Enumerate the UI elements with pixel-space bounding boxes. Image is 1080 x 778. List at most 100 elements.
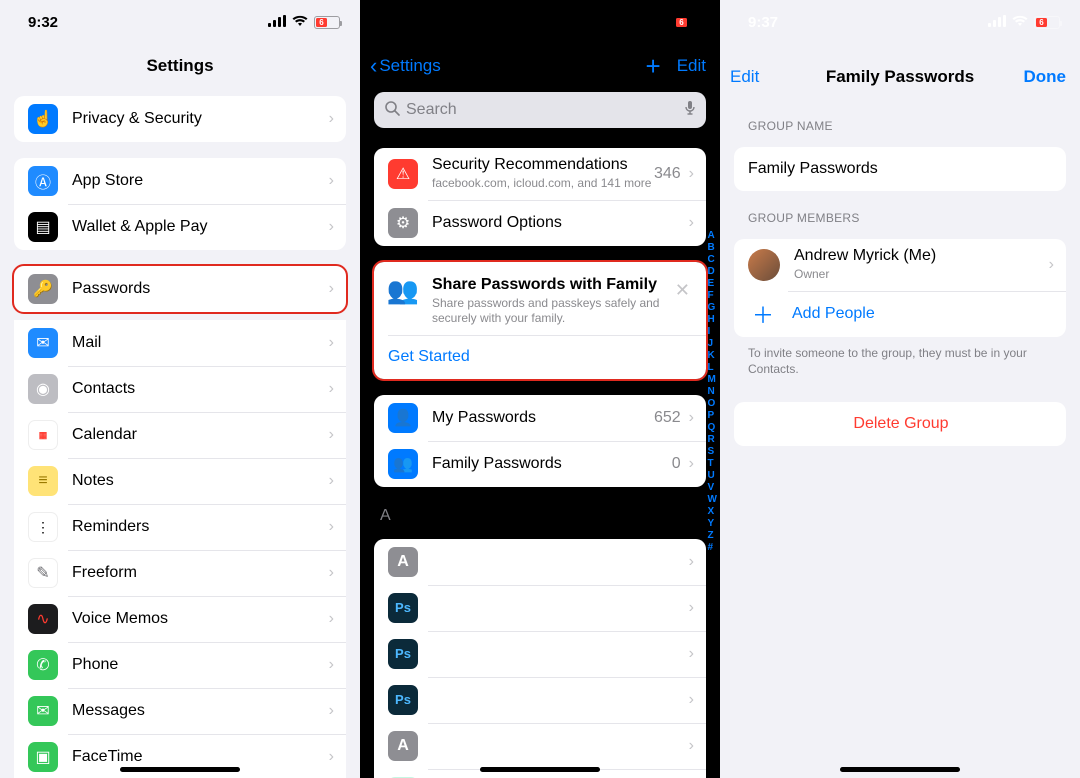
row-appstore[interactable]: Ⓐ App Store ›: [14, 158, 346, 204]
alpha-index[interactable]: ABCDEFGHIJKLMNOPQRSTUVWXYZ#: [708, 230, 717, 554]
mic-icon[interactable]: [684, 100, 696, 121]
row-security-rec[interactable]: ⚠ Security Recommendations facebook.com,…: [374, 148, 706, 200]
chevron-right-icon: ›: [689, 645, 694, 663]
row-notes[interactable]: ≡Notes›: [14, 458, 346, 504]
chevron-right-icon: ›: [689, 599, 694, 617]
edit-button[interactable]: Edit: [677, 56, 706, 76]
alpha-index-letter[interactable]: Q: [708, 422, 717, 434]
wifi-icon: [292, 14, 308, 31]
alpha-index-letter[interactable]: P: [708, 410, 717, 422]
site-icon: Ps: [388, 685, 418, 715]
account-row[interactable]: Ps ›: [374, 585, 706, 631]
group-password-lists: 👤 My Passwords 652› 👥 Family Passwords 0…: [374, 395, 706, 487]
notes-icon: ≡: [28, 466, 58, 496]
alpha-index-letter[interactable]: J: [708, 338, 717, 350]
alpha-index-letter[interactable]: #: [708, 542, 717, 554]
row-privacy[interactable]: ☝ Privacy & Security ›: [14, 96, 346, 142]
chevron-right-icon: ›: [329, 380, 334, 398]
chevron-right-icon: ›: [689, 214, 694, 232]
battery-icon: 6: [674, 16, 700, 29]
facetime-icon: ▣: [28, 742, 58, 772]
alpha-index-letter[interactable]: D: [708, 266, 717, 278]
alpha-index-letter[interactable]: Y: [708, 518, 717, 530]
chevron-right-icon: ›: [329, 218, 334, 236]
row-my-passwords[interactable]: 👤 My Passwords 652›: [374, 395, 706, 441]
row-reminders[interactable]: ⋮Reminders›: [14, 504, 346, 550]
alpha-index-letter[interactable]: L: [708, 362, 717, 374]
alpha-index-letter[interactable]: G: [708, 302, 717, 314]
row-calendar[interactable]: ▦Calendar›: [14, 412, 346, 458]
row-passwords[interactable]: 🔑 Passwords ›: [14, 266, 346, 312]
alpha-index-letter[interactable]: W: [708, 494, 717, 506]
site-icon: Ps: [388, 593, 418, 623]
family-passwords-panel: 9:37 6 Edit Family Passwords Done GROUP …: [720, 0, 1080, 778]
alpha-index-letter[interactable]: O: [708, 398, 717, 410]
alpha-index-letter[interactable]: H: [708, 314, 717, 326]
passwords-navbar: ‹ Settings Passwords + Edit: [360, 44, 720, 88]
search-field[interactable]: [374, 92, 706, 128]
chevron-right-icon: ›: [329, 472, 334, 490]
alpha-index-letter[interactable]: F: [708, 290, 717, 302]
add-button[interactable]: +: [646, 53, 661, 79]
member-row-owner[interactable]: Andrew Myrick (Me) Owner ›: [734, 239, 1066, 291]
row-freeform[interactable]: ✎Freeform›: [14, 550, 346, 596]
status-bar: 9:32 6: [0, 0, 360, 44]
row-share-passwords: 👥 Share Passwords with Family Share pass…: [374, 262, 706, 335]
alpha-index-letter[interactable]: T: [708, 458, 717, 470]
chevron-right-icon: ›: [689, 553, 694, 571]
edit-button[interactable]: Edit: [730, 67, 759, 87]
row-password-options[interactable]: ⚙ Password Options ›: [374, 200, 706, 246]
passwords-content[interactable]: ⚠ Security Recommendations facebook.com,…: [360, 140, 720, 778]
page-title: Passwords: [495, 56, 585, 76]
done-button[interactable]: Done: [1024, 67, 1067, 87]
search-input[interactable]: [406, 101, 678, 119]
chevron-right-icon: ›: [329, 564, 334, 582]
site-icon: Ps: [388, 639, 418, 669]
row-wallet[interactable]: ▤ Wallet & Apple Pay ›: [14, 204, 346, 250]
alpha-index-letter[interactable]: R: [708, 434, 717, 446]
row-family-passwords[interactable]: 👥 Family Passwords 0›: [374, 441, 706, 487]
account-row[interactable]: Ps›: [374, 677, 706, 723]
alpha-index-letter[interactable]: C: [708, 254, 717, 266]
chevron-right-icon: ›: [329, 334, 334, 352]
settings-list[interactable]: ☝ Privacy & Security › Ⓐ App Store › ▤ W…: [0, 88, 360, 778]
chevron-right-icon: ›: [329, 656, 334, 674]
alpha-index-letter[interactable]: I: [708, 326, 717, 338]
alpha-index-letter[interactable]: E: [708, 278, 717, 290]
hand-icon: ☝: [28, 104, 58, 134]
add-people-row[interactable]: ＋ Add People: [734, 291, 1066, 337]
close-button[interactable]: ✕: [671, 276, 694, 305]
chevron-right-icon: ›: [329, 110, 334, 128]
page-title: Settings: [146, 56, 213, 76]
alpha-index-letter[interactable]: U: [708, 470, 717, 482]
alpha-index-letter[interactable]: S: [708, 446, 717, 458]
account-row[interactable]: A›: [374, 539, 706, 585]
back-button[interactable]: ‹ Settings: [370, 53, 441, 79]
account-row[interactable]: Ps ›: [374, 631, 706, 677]
row-mail[interactable]: ✉Mail›: [14, 320, 346, 366]
alpha-index-letter[interactable]: V: [708, 482, 717, 494]
cellular-icon: [988, 14, 1006, 31]
status-bar: 9:37 6: [720, 0, 1080, 44]
chevron-right-icon: ›: [329, 702, 334, 720]
row-voice-memos[interactable]: ∿Voice Memos›: [14, 596, 346, 642]
alpha-index-letter[interactable]: A: [708, 230, 717, 242]
shield-alert-icon: ⚠: [388, 159, 418, 189]
alpha-index-letter[interactable]: K: [708, 350, 717, 362]
alpha-index-letter[interactable]: N: [708, 386, 717, 398]
alpha-index-letter[interactable]: X: [708, 506, 717, 518]
row-messages[interactable]: ✉Messages›: [14, 688, 346, 734]
delete-group-button[interactable]: Delete Group: [734, 402, 1066, 446]
row-contacts[interactable]: ◉Contacts›: [14, 366, 346, 412]
row-phone[interactable]: ✆Phone›: [14, 642, 346, 688]
messages-icon: ✉: [28, 696, 58, 726]
cellular-icon: [628, 14, 646, 31]
row-get-started[interactable]: Get Started: [374, 335, 706, 379]
plus-icon: ＋: [748, 299, 778, 329]
alpha-index-letter[interactable]: M: [708, 374, 717, 386]
alpha-index-letter[interactable]: Z: [708, 530, 717, 542]
group-recommendations: ⚠ Security Recommendations facebook.com,…: [374, 148, 706, 246]
account-row[interactable]: A›: [374, 723, 706, 769]
alpha-index-letter[interactable]: B: [708, 242, 717, 254]
group-name-row[interactable]: Family Passwords: [734, 147, 1066, 191]
